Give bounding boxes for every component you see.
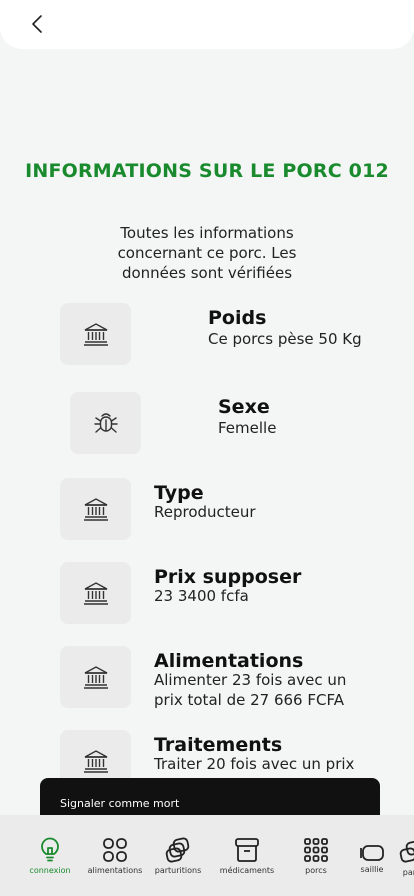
type-label: Type: [154, 482, 204, 504]
toast-text: Signaler comme mort: [60, 797, 180, 810]
nav-item-connexion[interactable]: connexion: [24, 837, 76, 875]
nav-item-medicaments[interactable]: médicaments: [218, 837, 276, 875]
poids-value: Ce porcs pèse 50 Kg: [208, 330, 362, 348]
type-value: Reproducteur: [154, 503, 256, 521]
alimentations-value: Alimenter 23 fois avec un prix total de …: [154, 671, 347, 709]
traitements-value: Traiter 20 fois avec un prix: [154, 755, 355, 773]
dots-grid-icon: [304, 838, 328, 862]
lightbulb-icon: [41, 837, 59, 862]
traitements-label: Traitements: [154, 734, 283, 756]
nav-item-part[interactable]: part: [396, 841, 414, 877]
sexe-icon-box: [70, 392, 141, 454]
poids-label: Poids: [208, 307, 267, 329]
sliders-icon: [360, 845, 384, 861]
poids-icon-box: [60, 303, 131, 365]
prix-label: Prix supposer: [154, 566, 302, 588]
nav-label-saillie: saillie: [360, 865, 384, 874]
bank-icon: [83, 582, 108, 605]
nav-label-alimentations: alimentations: [87, 866, 143, 875]
chevron-left-icon: [32, 15, 42, 33]
bottom-navigation: connexion alimentations parturitions méd…: [0, 815, 414, 896]
grid-icon: [103, 838, 127, 862]
nav-label-connexion: connexion: [29, 866, 71, 875]
bank-icon: [83, 498, 108, 521]
bank-icon: [83, 323, 108, 346]
layers-icon: [399, 841, 414, 863]
bank-icon: [83, 750, 108, 773]
nav-item-alimentations[interactable]: alimentations: [86, 837, 144, 875]
nav-item-porcs[interactable]: porcs: [298, 837, 334, 875]
page-title: INFORMATIONS SUR LE PORC 012: [25, 160, 389, 182]
sexe-label: Sexe: [218, 396, 270, 418]
nav-label-medicaments: médicaments: [219, 866, 275, 875]
alimentations-icon-box: [60, 646, 131, 708]
nav-item-saillie[interactable]: saillie: [356, 844, 388, 874]
nav-label-porcs: porcs: [305, 866, 327, 875]
type-icon-box: [60, 478, 131, 540]
prix-value: 23 3400 fcfa: [154, 587, 249, 605]
alimentations-label: Alimentations: [154, 650, 304, 672]
nav-label-part: part: [402, 868, 414, 877]
prix-icon-box: [60, 562, 131, 624]
page-subtitle: Toutes les informations concernant ce po…: [117, 224, 297, 282]
bug-icon: [93, 413, 118, 433]
layers-icon: [165, 837, 190, 863]
back-button[interactable]: [24, 10, 50, 38]
nav-item-parturitions[interactable]: parturitions: [154, 837, 202, 875]
bank-icon: [83, 666, 108, 689]
sexe-value: Femelle: [218, 419, 277, 437]
archive-icon: [235, 838, 259, 862]
top-bar: [0, 0, 414, 49]
nav-label-parturitions: parturitions: [154, 866, 202, 875]
